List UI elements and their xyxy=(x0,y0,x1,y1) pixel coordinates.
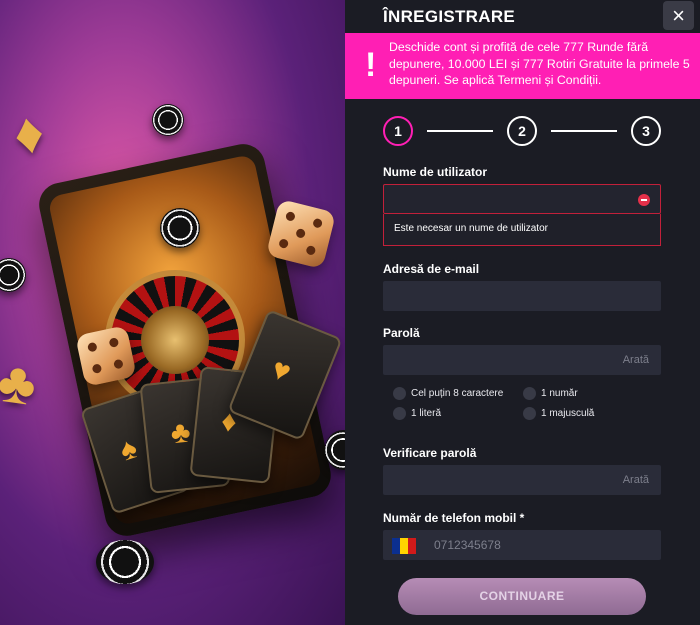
email-field[interactable] xyxy=(383,281,661,311)
panel-header: ÎNREGISTRARE × xyxy=(345,0,700,33)
show-password-toggle[interactable]: Arată xyxy=(623,345,649,375)
step-connector xyxy=(551,130,617,132)
step-indicator: 1 2 3 xyxy=(383,116,661,146)
requirement-status-icon xyxy=(523,407,536,420)
password-label: Parolă xyxy=(383,326,420,340)
email-label: Adresă de e-mail xyxy=(383,262,480,276)
registration-panel: ÎNREGISTRARE × ! Deschide cont și profit… xyxy=(345,0,700,625)
phone-field[interactable]: 0712345678 xyxy=(383,530,661,560)
dice xyxy=(75,325,137,387)
step-3: 3 xyxy=(631,116,661,146)
step-connector xyxy=(427,130,493,132)
promo-artwork: ♦ ♣ ♥ ♠ ♣ ♦ ♥ xyxy=(0,0,345,625)
promo-text: Deschide cont și profită de cele 777 Run… xyxy=(389,40,690,87)
exclamation-icon: ! xyxy=(365,46,377,84)
casino-chip xyxy=(96,540,154,584)
casino-chip xyxy=(160,208,200,248)
romania-flag-icon[interactable] xyxy=(392,538,416,554)
step-1: 1 xyxy=(383,116,413,146)
continue-button[interactable]: CONTINUARE xyxy=(398,578,646,615)
casino-chip xyxy=(152,104,184,136)
show-verify-password-toggle[interactable]: Arată xyxy=(623,465,649,495)
phone-label: Număr de telefon mobil * xyxy=(383,511,525,525)
casino-chip xyxy=(0,258,26,292)
page-title: ÎNREGISTRARE xyxy=(383,7,516,26)
diamond-suit-icon: ♦ xyxy=(8,98,50,169)
phone-placeholder: 0712345678 xyxy=(434,538,501,552)
password-field[interactable]: Arată xyxy=(383,345,661,375)
username-field[interactable] xyxy=(383,184,661,214)
close-button[interactable]: × xyxy=(663,1,694,30)
requirement-status-icon xyxy=(393,407,406,420)
verify-password-field[interactable]: Arată xyxy=(383,465,661,495)
step-2: 2 xyxy=(507,116,537,146)
club-suit-icon: ♣ xyxy=(0,348,41,419)
error-icon xyxy=(638,194,650,206)
username-label: Nume de utilizator xyxy=(383,165,488,179)
close-icon: × xyxy=(672,3,685,28)
requirement-status-icon xyxy=(393,387,406,400)
verify-password-label: Verificare parolă xyxy=(383,446,477,460)
promo-banner: ! Deschide cont și profită de cele 777 R… xyxy=(345,33,700,99)
username-error: Este necesar un nume de utilizator xyxy=(383,214,661,246)
requirement-status-icon xyxy=(523,387,536,400)
